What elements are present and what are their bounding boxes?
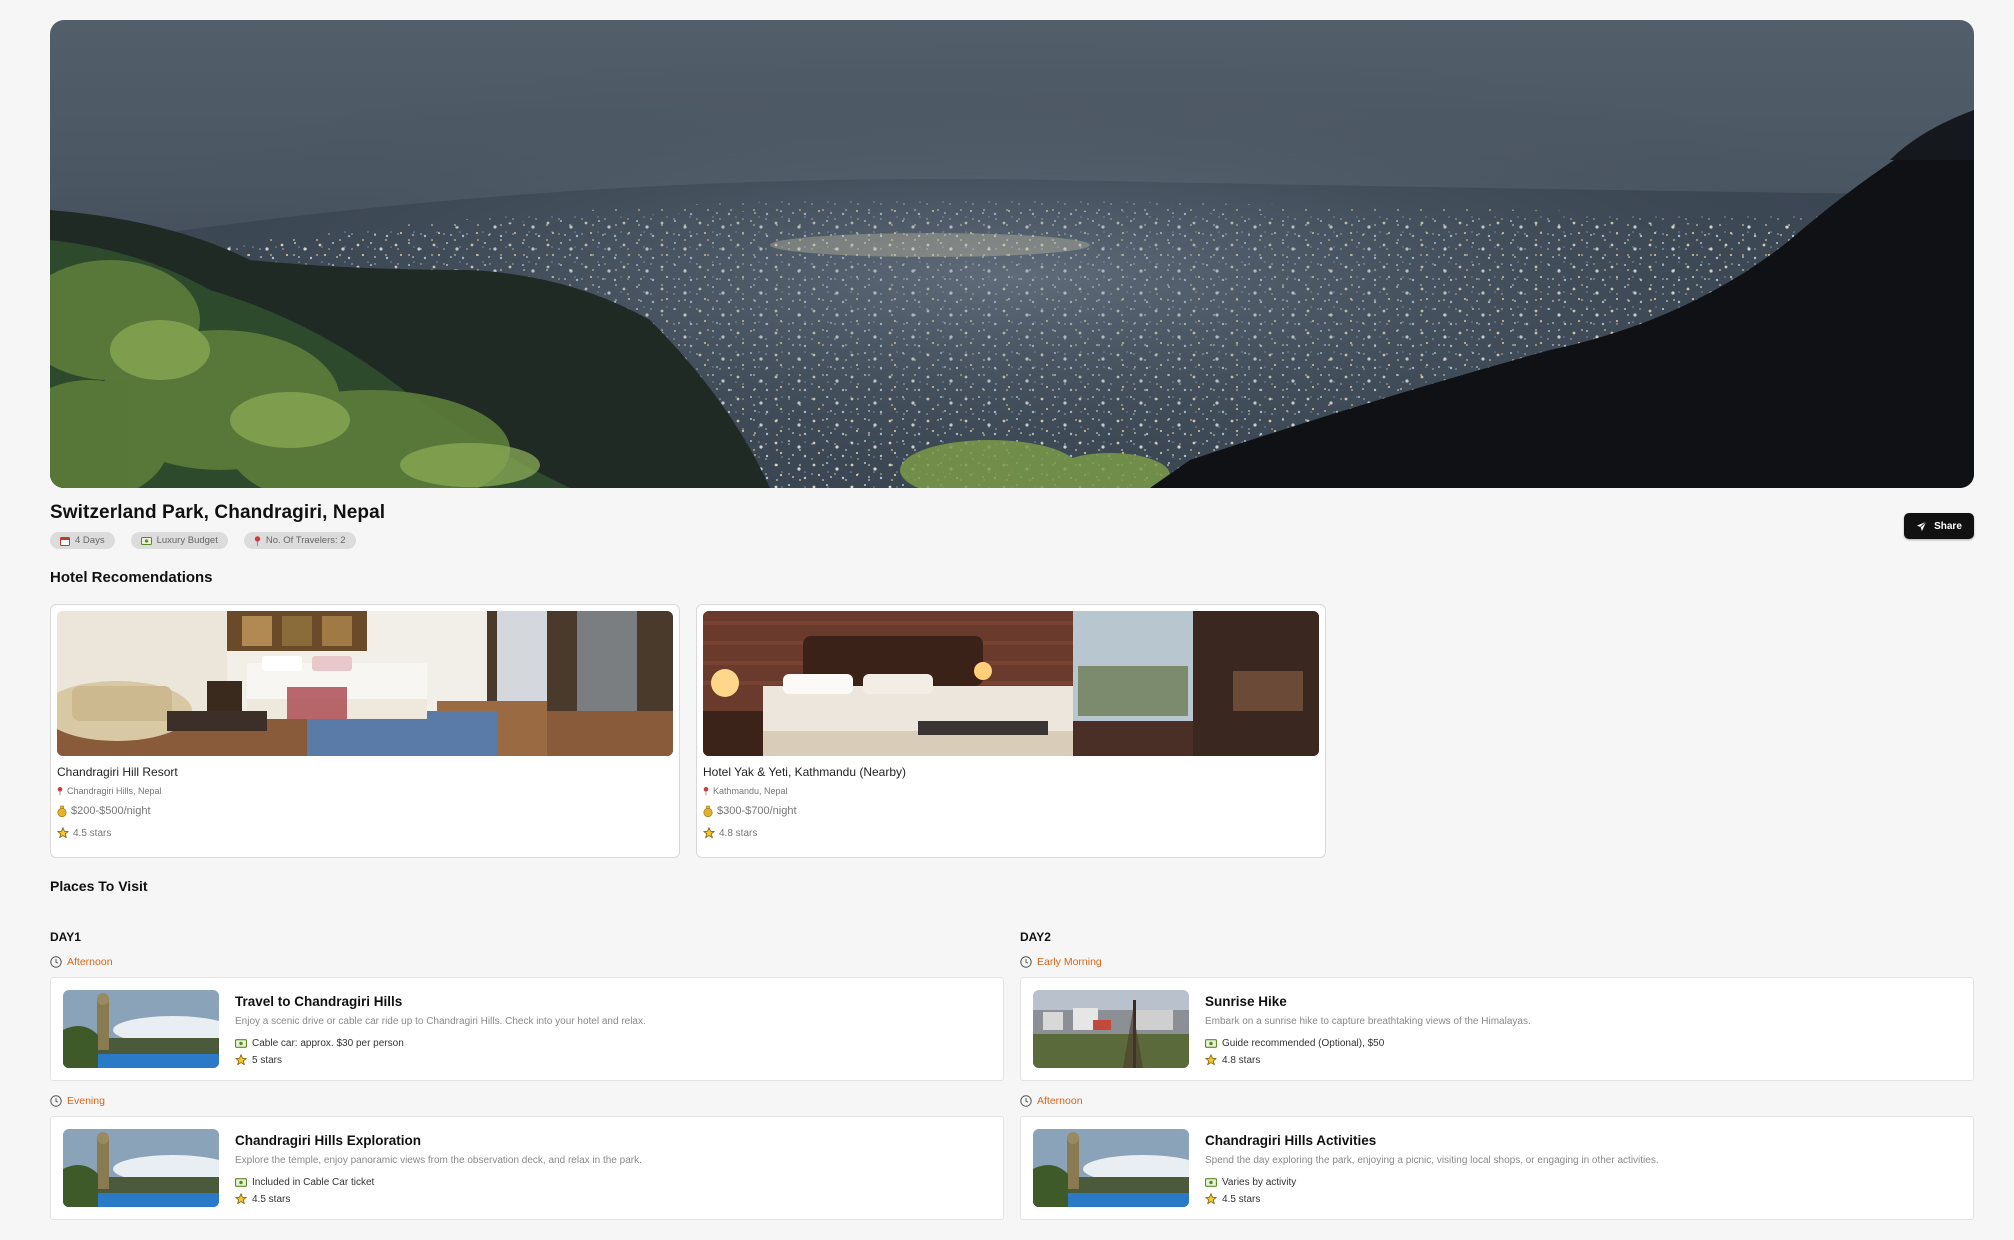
money-bag-icon (703, 805, 713, 817)
pin-icon (254, 535, 261, 546)
trip-info-chips: 4 Days Luxury Budget No. Of Travelers: 2 (50, 532, 356, 549)
place-card[interactable]: Sunrise Hike Embark on a sunrise hike to… (1020, 977, 1974, 1081)
calendar-icon (60, 536, 70, 546)
time-slot-text: Afternoon (1037, 1095, 1083, 1107)
chip-days-label: 4 Days (75, 535, 105, 546)
share-label: Share (1934, 520, 1962, 532)
star-icon (57, 827, 69, 839)
place-card[interactable]: Chandragiri Hills Exploration Explore th… (50, 1116, 1004, 1220)
place-photo (63, 1129, 219, 1207)
trip-title: Switzerland Park, Chandragiri, Nepal (50, 502, 386, 523)
hotel-location: Chandragiri Hills, Nepal (67, 786, 162, 796)
money-icon (1205, 1039, 1217, 1048)
place-cost: Included in Cable Car ticket (252, 1177, 375, 1188)
time-slot-label: Afternoon (50, 956, 113, 968)
place-description: Embark on a sunrise hike to capture brea… (1205, 1016, 1531, 1027)
time-slot-label: Evening (50, 1095, 105, 1107)
pin-icon (703, 786, 709, 796)
pin-icon (57, 786, 63, 796)
hotels-heading: Hotel Recomendations (50, 569, 213, 586)
place-description: Spend the day exploring the park, enjoyi… (1205, 1155, 1659, 1166)
hero-image (50, 20, 1974, 488)
hotel-name: Hotel Yak & Yeti, Kathmandu (Nearby) (703, 765, 907, 779)
time-slot-label: Afternoon (1020, 1095, 1083, 1107)
time-slot-text: Evening (67, 1095, 105, 1107)
hotel-photo (703, 611, 1319, 756)
places-heading: Places To Visit (50, 878, 148, 894)
money-icon (235, 1178, 247, 1187)
hotel-name: Chandragiri Hill Resort (57, 765, 178, 779)
send-icon (1916, 521, 1927, 532)
clock-icon (50, 956, 62, 968)
money-bag-icon (57, 805, 67, 817)
time-slot-label: Early Morning (1020, 956, 1102, 968)
hotel-photo (57, 611, 673, 756)
money-icon (235, 1039, 247, 1048)
hotel-rating: 4.5 stars (73, 827, 112, 839)
place-name: Chandragiri Hills Activities (1205, 1133, 1377, 1148)
place-rating: 5 stars (252, 1054, 283, 1066)
star-icon (1205, 1193, 1217, 1205)
place-description: Enjoy a scenic drive or cable car ride u… (235, 1016, 646, 1027)
star-icon (235, 1193, 247, 1205)
place-name: Travel to Chandragiri Hills (235, 994, 403, 1009)
hotel-card[interactable]: Chandragiri Hill Resort Chandragiri Hill… (50, 604, 680, 858)
clock-icon (1020, 956, 1032, 968)
hotel-price: $300-$700/night (717, 805, 797, 817)
clock-icon (1020, 1095, 1032, 1107)
day-label: DAY2 (1020, 930, 1051, 944)
place-cost: Varies by activity (1222, 1177, 1297, 1188)
money-icon (140, 536, 152, 545)
place-name: Chandragiri Hills Exploration (235, 1133, 422, 1148)
share-button[interactable]: Share (1904, 513, 1974, 539)
time-slot-text: Afternoon (67, 956, 113, 968)
star-icon (235, 1054, 247, 1066)
place-card[interactable]: Travel to Chandragiri Hills Enjoy a scen… (50, 977, 1004, 1081)
hotel-rating: 4.8 stars (719, 827, 758, 839)
place-cost: Guide recommended (Optional), $50 (1222, 1038, 1385, 1049)
hotel-price: $200-$500/night (71, 805, 151, 817)
chip-budget-label: Luxury Budget (156, 535, 218, 546)
chip-travelers: No. Of Travelers: 2 (243, 532, 356, 549)
place-rating: 4.5 stars (252, 1193, 291, 1205)
chip-days: 4 Days (50, 532, 115, 549)
day-label: DAY1 (50, 930, 81, 944)
chip-travelers-label: No. Of Travelers: 2 (265, 535, 346, 546)
city-night-view (50, 20, 1974, 488)
star-icon (703, 827, 715, 839)
hotel-card[interactable]: Hotel Yak & Yeti, Kathmandu (Nearby) Kat… (696, 604, 1326, 858)
place-description: Explore the temple, enjoy panoramic view… (235, 1155, 642, 1166)
place-card[interactable]: Chandragiri Hills Activities Spend the d… (1020, 1116, 1974, 1220)
star-icon (1205, 1054, 1217, 1066)
chip-budget: Luxury Budget (130, 532, 228, 549)
place-photo (1033, 1129, 1189, 1207)
time-slot-text: Early Morning (1037, 956, 1102, 968)
place-name: Sunrise Hike (1205, 994, 1287, 1009)
money-icon (1205, 1178, 1217, 1187)
clock-icon (50, 1095, 62, 1107)
place-rating: 4.5 stars (1222, 1193, 1261, 1205)
place-photo (1033, 990, 1189, 1068)
place-cost: Cable car: approx. $30 per person (252, 1038, 404, 1049)
place-photo (63, 990, 219, 1068)
hotel-location: Kathmandu, Nepal (713, 786, 788, 796)
place-rating: 4.8 stars (1222, 1054, 1261, 1066)
